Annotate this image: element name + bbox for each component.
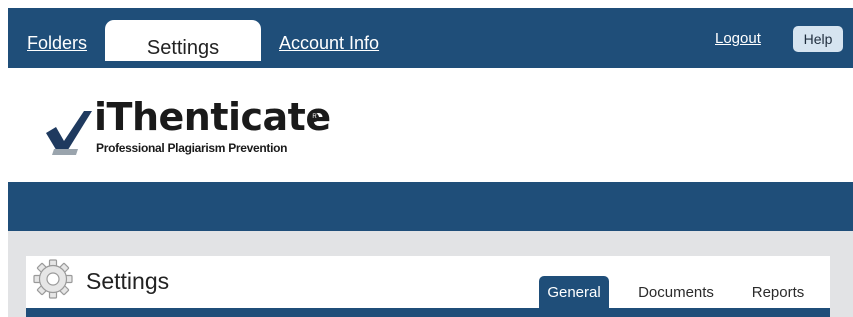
panel-title: Settings [86,268,170,294]
tab-documents[interactable]: Documents [626,276,726,308]
tab-general[interactable]: General [539,276,609,308]
logo-tagline: Professional Plagiarism Prevention [96,141,288,155]
logout-link[interactable]: Logout [715,30,761,47]
checkmark-logo-icon [46,111,92,155]
panel-tab-bar [26,308,830,317]
gear-icon [33,259,73,299]
registered-mark: R [310,113,319,122]
help-button[interactable]: Help [793,26,843,52]
tab-reports[interactable]: Reports [740,276,816,308]
nav-link-account-info[interactable]: Account Info [279,33,379,53]
ithenticate-logo: iThenticate R Professional Plagiarism Pr… [44,95,344,161]
logo-wordmark: iThenticate [94,95,331,139]
nav-tab-settings[interactable]: Settings [105,20,261,61]
header-band [8,182,853,231]
nav-link-folders[interactable]: Folders [27,33,87,53]
